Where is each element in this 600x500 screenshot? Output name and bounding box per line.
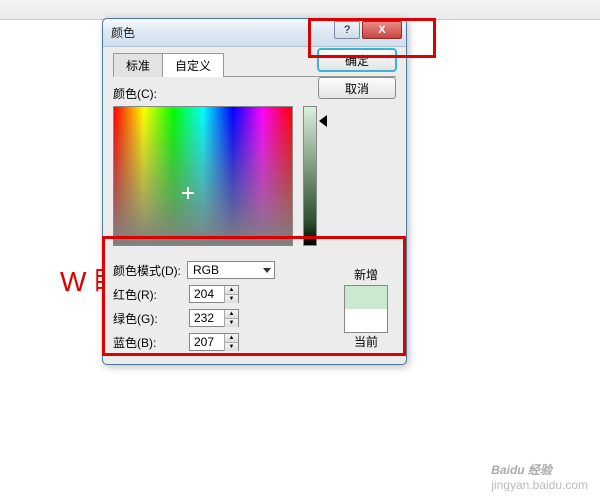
chevron-down-icon	[263, 268, 271, 273]
tab-custom[interactable]: 自定义	[162, 53, 224, 77]
help-button[interactable]: ?	[334, 21, 360, 39]
titlebar[interactable]: 颜色 ? X	[103, 19, 406, 47]
color-dialog: 颜色 ? X 确定 取消 标准 自定义 颜色(C): 颜色模式(D):	[102, 18, 407, 365]
current-color-preview	[345, 309, 387, 332]
green-input[interactable]	[190, 310, 224, 326]
spin-up-icon[interactable]: ▲	[224, 334, 238, 343]
new-color-label: 新增	[340, 266, 392, 283]
spin-up-icon[interactable]: ▲	[224, 286, 238, 295]
watermark: Baidu 经验 jingyan.baidu.com	[491, 461, 588, 492]
color-mode-select[interactable]: RGB	[187, 261, 275, 279]
dialog-title: 颜色	[111, 24, 135, 41]
color-area-label: 颜色(C):	[113, 85, 396, 102]
blue-label: 蓝色(B):	[113, 334, 187, 351]
watermark-url: jingyan.baidu.com	[491, 478, 588, 492]
help-icon: ?	[344, 24, 350, 36]
current-color-label: 当前	[340, 333, 392, 350]
spin-up-icon[interactable]: ▲	[224, 310, 238, 319]
new-color-preview	[345, 286, 387, 309]
green-label: 绿色(G):	[113, 310, 187, 327]
blue-input[interactable]	[190, 334, 224, 350]
blue-stepper[interactable]: ▲▼	[189, 333, 239, 351]
spin-down-icon[interactable]: ▼	[224, 319, 238, 327]
red-input[interactable]	[190, 286, 224, 302]
luminance-slider[interactable]	[303, 106, 317, 246]
tab-standard[interactable]: 标准	[113, 53, 163, 77]
luminance-arrow-icon	[319, 115, 327, 127]
color-gradient-picker[interactable]	[113, 106, 293, 246]
red-label: 红色(R):	[113, 286, 187, 303]
spin-down-icon[interactable]: ▼	[224, 295, 238, 303]
watermark-brand: Baidu 经验	[491, 463, 552, 477]
close-icon: X	[378, 24, 385, 36]
green-stepper[interactable]: ▲▼	[189, 309, 239, 327]
color-mode-value: RGB	[193, 263, 219, 277]
close-button[interactable]: X	[362, 21, 402, 39]
red-stepper[interactable]: ▲▼	[189, 285, 239, 303]
crosshair-icon	[182, 187, 194, 199]
color-swatch	[344, 285, 388, 333]
tab-strip: 标准 自定义	[113, 55, 396, 77]
spin-down-icon[interactable]: ▼	[224, 343, 238, 351]
page-toolbar-bg	[0, 0, 600, 20]
color-mode-label: 颜色模式(D):	[113, 262, 187, 279]
